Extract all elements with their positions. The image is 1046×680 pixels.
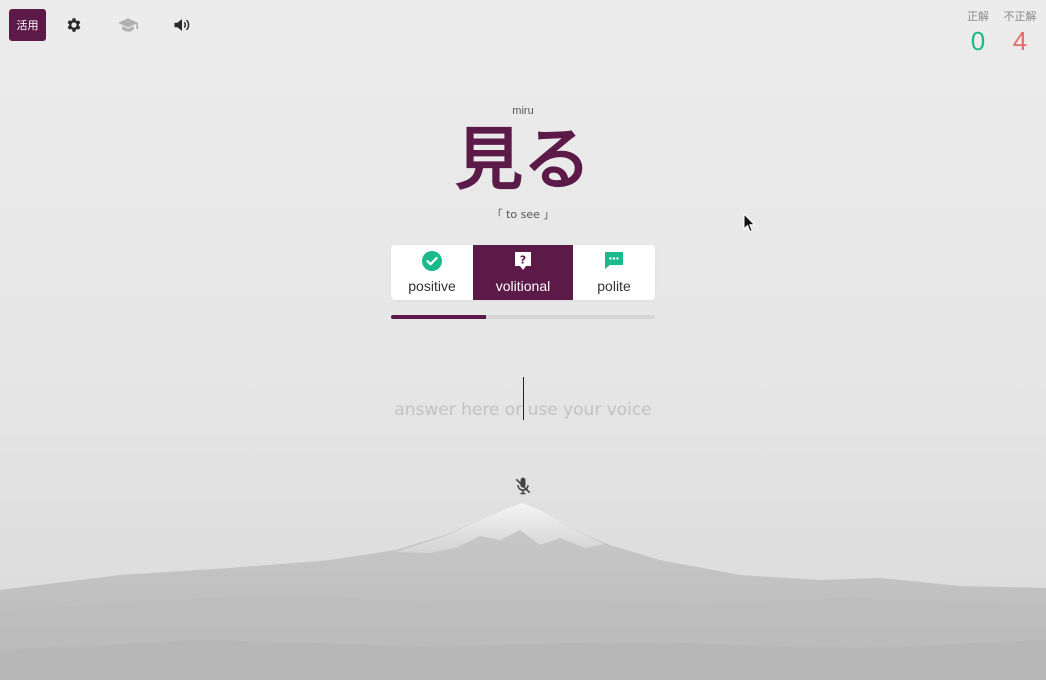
- mouse-cursor-icon: [743, 213, 756, 233]
- word-romaji: miru: [512, 105, 534, 117]
- form-chip-polite[interactable]: polite: [573, 245, 655, 300]
- correct-score: 正解 0: [960, 8, 996, 57]
- form-chip-positive[interactable]: positive: [391, 245, 473, 300]
- form-chip-label: volitional: [495, 278, 551, 294]
- wrong-score-value: 4: [1012, 26, 1028, 56]
- graduation-cap-icon[interactable]: [117, 14, 139, 36]
- correct-score-value: 0: [970, 26, 986, 56]
- word-kanji: 見る: [454, 121, 591, 200]
- speech-bubble-icon: [604, 251, 624, 275]
- conjugation-forms: positive ? volitional polite: [391, 245, 655, 300]
- check-circle-icon: [422, 251, 442, 275]
- app-logo-button[interactable]: 活用: [9, 9, 46, 41]
- form-chip-label: positive: [408, 278, 456, 294]
- form-chip-label: polite: [597, 278, 631, 294]
- mountain-background: [0, 503, 1046, 680]
- question-icon: ?: [514, 251, 532, 275]
- wrong-score-label: 不正解: [1003, 10, 1037, 23]
- svg-text:?: ?: [520, 254, 526, 267]
- wrong-score: 不正解 4: [1000, 8, 1040, 57]
- text-caret: [523, 377, 524, 420]
- gear-icon[interactable]: [63, 14, 85, 36]
- form-chip-volitional[interactable]: ? volitional: [473, 245, 573, 300]
- correct-score-label: 正解: [967, 10, 989, 23]
- speaker-icon[interactable]: [171, 14, 193, 36]
- mic-muted-icon[interactable]: [513, 476, 533, 496]
- word-meaning: 「 to see 」: [491, 208, 555, 221]
- progress-fill: [391, 315, 487, 319]
- progress-bar: [391, 315, 655, 319]
